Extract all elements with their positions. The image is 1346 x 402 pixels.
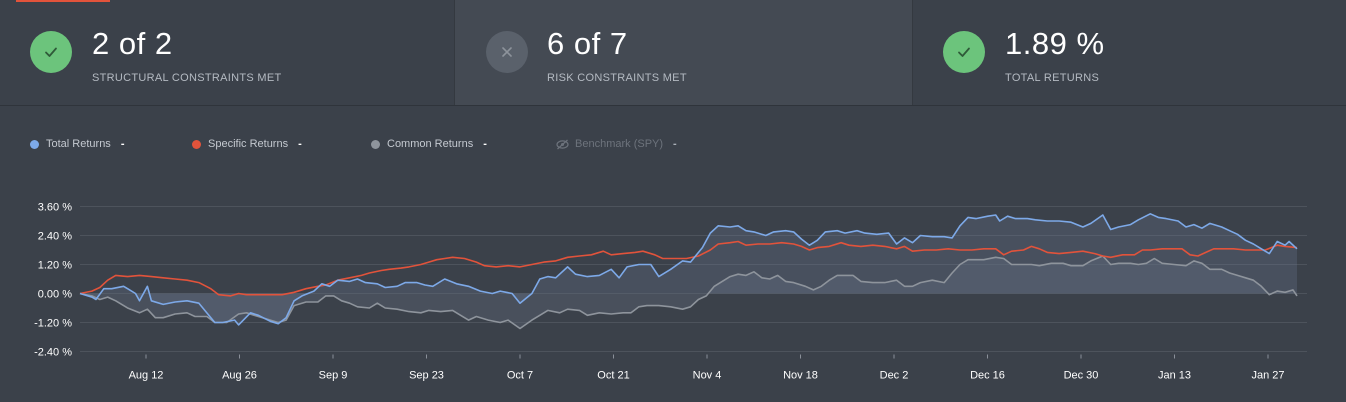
- y-tick-label: -1.20 %: [34, 318, 72, 330]
- x-tick-label: Sep 9: [319, 370, 348, 382]
- x-tick-label: Jan 27: [1251, 370, 1284, 382]
- legend-label: Common Returns: [387, 138, 474, 150]
- risk-constraints-value: 6 of 7: [547, 26, 628, 61]
- x-tick-label: Dec 30: [1064, 370, 1099, 382]
- x-tick-label: Dec 2: [880, 370, 909, 382]
- returns-chart[interactable]: 3.60 % 2.40 % 1.20 % 0.00 % -1.20 % -2.40 % Au…: [0, 190, 1346, 402]
- y-tick-label: 2.40 %: [38, 231, 72, 243]
- structural-constraints-value: 2 of 2: [92, 26, 173, 61]
- legend-value: -: [298, 138, 302, 150]
- x-tick-label: Sep 23: [409, 370, 444, 382]
- x-tick-label: Oct 21: [597, 370, 629, 382]
- dot-icon: [30, 139, 39, 149]
- legend-item-total-returns[interactable]: Total Returns -: [30, 136, 124, 152]
- x-tick-label: Aug 12: [129, 370, 164, 382]
- y-tick-label: 1.20 %: [38, 260, 72, 272]
- total-returns-label: TOTAL RETURNS: [1005, 72, 1100, 84]
- legend-item-benchmark[interactable]: Benchmark (SPY) -: [556, 136, 677, 152]
- dot-icon: [192, 139, 201, 149]
- check-icon: [30, 31, 72, 73]
- legend-item-specific-returns[interactable]: Specific Returns -: [192, 136, 302, 152]
- structural-constraints-card[interactable]: 2 of 2 STRUCTURAL CONSTRAINTS MET: [0, 0, 454, 105]
- structural-constraints-label: STRUCTURAL CONSTRAINTS MET: [92, 72, 282, 84]
- legend-value: -: [673, 138, 677, 150]
- legend-value: -: [483, 138, 487, 150]
- check-icon: [943, 31, 985, 73]
- legend-label: Total Returns: [46, 138, 111, 150]
- chart-legend: Total Returns - Specific Returns - Commo…: [0, 136, 1346, 152]
- total-returns-card[interactable]: 1.89 % TOTAL RETURNS: [913, 0, 1346, 105]
- y-tick-label: -2.40 %: [34, 347, 72, 359]
- y-tick-label: 0.00 %: [38, 289, 72, 301]
- risk-constraints-label: RISK CONSTRAINTS MET: [547, 72, 687, 84]
- x-tick-label: Oct 7: [507, 370, 533, 382]
- x-tick-label: Aug 26: [222, 370, 257, 382]
- legend-label: Specific Returns: [208, 138, 289, 150]
- legend-item-common-returns[interactable]: Common Returns -: [371, 136, 487, 152]
- legend-value: -: [120, 138, 125, 150]
- eye-off-icon: [556, 139, 569, 150]
- risk-constraints-card[interactable]: 6 of 7 RISK CONSTRAINTS MET: [454, 0, 913, 105]
- total-returns-value: 1.89 %: [1005, 26, 1105, 61]
- legend-label: Benchmark (SPY): [575, 138, 664, 150]
- y-tick-label: 3.60 %: [38, 202, 72, 214]
- x-icon: [486, 31, 528, 73]
- x-tick-label: Jan 13: [1158, 370, 1191, 382]
- summary-bar: 2 of 2 STRUCTURAL CONSTRAINTS MET 6 of 7…: [0, 0, 1346, 106]
- x-tick-label: Dec 16: [970, 370, 1005, 382]
- dot-icon: [371, 139, 380, 149]
- x-tick-label: Nov 18: [783, 370, 818, 382]
- x-tick-label: Nov 4: [693, 370, 722, 382]
- active-indicator: [16, 0, 110, 2]
